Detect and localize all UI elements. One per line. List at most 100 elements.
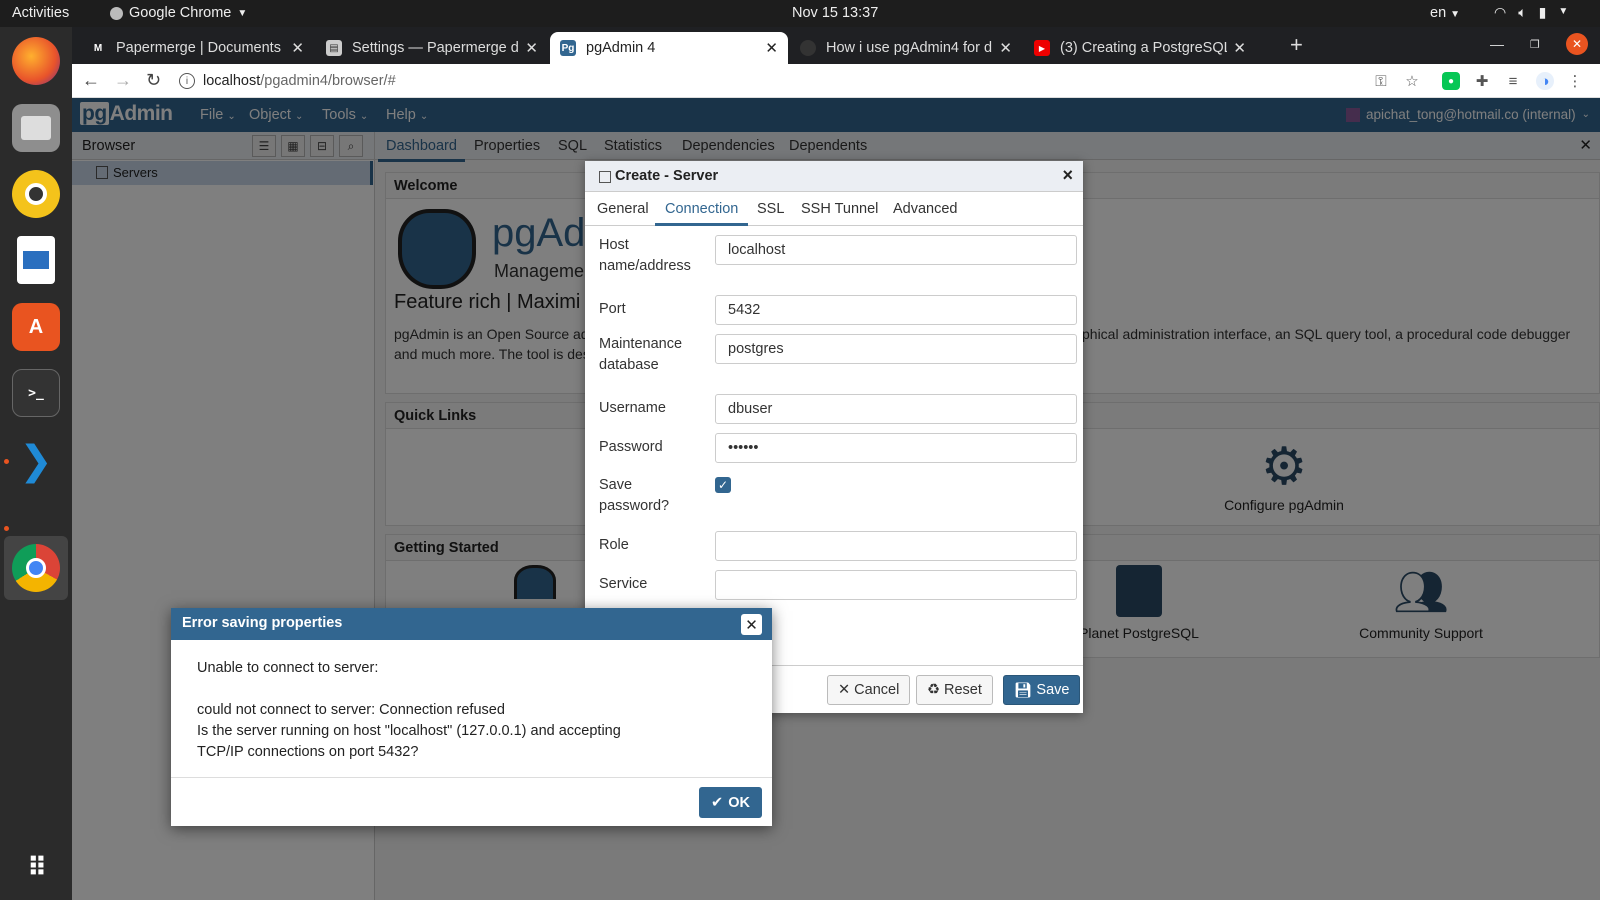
app-menu[interactable]: Google Chrome ▼ xyxy=(110,5,247,21)
papermerge-icon: M xyxy=(93,42,103,54)
error-dialog-header: Error saving properties ✕ xyxy=(171,608,772,640)
profile-icon[interactable]: ◑ xyxy=(1536,72,1554,90)
system-tray[interactable]: ◠ 🔈︎ ▮ ▼ xyxy=(1494,4,1568,21)
battery-icon: ▮ xyxy=(1538,4,1547,20)
password-input[interactable]: •••••• xyxy=(715,433,1077,463)
port-input[interactable]: 5432 xyxy=(715,295,1077,325)
maintenance-db-input[interactable]: postgres xyxy=(715,334,1077,364)
media-icon[interactable]: ≡ xyxy=(1504,72,1522,90)
pgadmin-icon: Pg xyxy=(560,40,576,56)
tab-ssh-tunnel[interactable]: SSH Tunnel xyxy=(801,201,878,217)
tab-advanced[interactable]: Advanced xyxy=(893,201,958,217)
minimize-button[interactable]: — xyxy=(1490,36,1504,52)
dialog-title: Create - Server xyxy=(615,168,719,184)
firefox-icon[interactable] xyxy=(12,37,60,85)
url-host: localhost xyxy=(203,73,261,89)
save-label: Save xyxy=(1036,682,1070,698)
files-icon[interactable] xyxy=(12,104,60,152)
doc-icon: ▤ xyxy=(326,40,342,56)
dock: A >_ ❯ ⠿ xyxy=(0,27,72,900)
maintenance-db-label: Maintenance database xyxy=(599,336,683,373)
close-icon[interactable]: ✕ xyxy=(525,39,538,57)
caret-down-icon: ▼ xyxy=(1450,9,1461,20)
line-extension-icon[interactable]: ● xyxy=(1442,72,1460,90)
browser-tab[interactable]: How i use pgAdmin4 for d ✕ xyxy=(790,32,1022,64)
close-icon[interactable]: ✕ xyxy=(741,614,762,635)
tab-title: Papermerge | Documents xyxy=(116,40,281,56)
close-icon[interactable]: × xyxy=(1062,165,1073,186)
cancel-button[interactable]: ✕ Cancel xyxy=(827,675,911,705)
puzzle-icon[interactable]: ✚ xyxy=(1473,72,1491,90)
wifi-icon: ◠ xyxy=(1494,4,1507,20)
terminal-icon[interactable]: >_ xyxy=(12,369,60,417)
restore-button[interactable]: ❐ xyxy=(1530,38,1540,51)
error-line-3: Is the server running on host "localhost… xyxy=(197,723,621,739)
role-label: Role xyxy=(599,537,629,553)
port-label: Port xyxy=(599,301,626,317)
error-dialog: Error saving properties ✕ Unable to conn… xyxy=(171,608,772,826)
browser-tab-active[interactable]: Pg pgAdmin 4 ✕ xyxy=(550,32,788,64)
running-indicator xyxy=(4,459,9,464)
browser-tab[interactable]: ▤ Settings — Papermerge d ✕ xyxy=(316,32,548,64)
password-label: Password xyxy=(599,439,663,455)
username-input[interactable]: dbuser xyxy=(715,394,1077,424)
vscode-icon[interactable]: ❯ xyxy=(12,437,60,485)
language-indicator[interactable]: en ▼ xyxy=(1430,5,1460,21)
error-line-1: Unable to connect to server: xyxy=(197,660,379,676)
activities-button[interactable]: Activities xyxy=(12,5,69,21)
tab-title: How i use pgAdmin4 for d xyxy=(826,40,993,56)
username-label: Username xyxy=(599,400,666,416)
close-icon[interactable]: ✕ xyxy=(999,39,1012,57)
close-window-button[interactable]: ✕ xyxy=(1566,33,1588,55)
language-label: en xyxy=(1430,5,1447,21)
browser-tab[interactable]: ▶ (3) Creating a PostgreSQL ✕ xyxy=(1024,32,1256,64)
server-icon xyxy=(599,171,611,183)
reload-button[interactable]: ↻ xyxy=(146,70,161,91)
reset-button[interactable]: ♻ Reset xyxy=(916,675,993,705)
error-line-4: TCP/IP connections on port 5432? xyxy=(197,744,419,760)
tab-connection[interactable]: Connection xyxy=(654,201,749,226)
close-icon[interactable]: ✕ xyxy=(291,39,304,57)
chrome-icon[interactable] xyxy=(12,544,60,592)
caret-down-icon: ▼ xyxy=(1558,6,1569,17)
host-input[interactable]: localhost xyxy=(715,235,1077,265)
star-icon[interactable]: ☆ xyxy=(1403,72,1421,90)
back-button[interactable]: ← xyxy=(82,70,100,91)
writer-icon[interactable] xyxy=(17,236,55,284)
info-icon[interactable]: i xyxy=(179,73,195,89)
close-icon[interactable]: ✕ xyxy=(765,39,778,57)
error-dialog-footer: ✔ OK xyxy=(171,777,772,826)
gnome-top-bar: Activities Google Chrome ▼ Nov 15 13:37 … xyxy=(0,0,1600,27)
running-indicator xyxy=(4,526,9,531)
role-input[interactable] xyxy=(715,531,1077,561)
new-tab-button[interactable]: + xyxy=(1290,32,1303,58)
ok-button[interactable]: ✔ OK xyxy=(699,787,762,818)
error-message: Unable to connect to server: could not c… xyxy=(197,658,621,763)
rhythmbox-icon[interactable] xyxy=(12,170,60,218)
service-input[interactable] xyxy=(715,570,1077,600)
chrome-toolbar: ← → ↻ i localhost/pgadmin4/browser/# ⚿ ☆… xyxy=(72,64,1600,98)
show-apps-icon[interactable]: ⠿ xyxy=(12,843,60,891)
clock[interactable]: Nov 15 13:37 xyxy=(792,5,878,21)
tab-general[interactable]: General xyxy=(597,201,649,217)
more-icon[interactable]: ⋮ xyxy=(1566,72,1584,90)
save-password-label: Save password? xyxy=(599,477,670,514)
save-button[interactable]: 💾︎ Save xyxy=(1003,675,1081,705)
error-dialog-title: Error saving properties xyxy=(182,615,343,631)
tab-ssl[interactable]: SSL xyxy=(757,201,784,217)
tab-title: Settings — Papermerge d xyxy=(352,40,519,56)
dialog-header: Create - Server × xyxy=(585,161,1083,192)
save-password-checkbox[interactable]: ✓ xyxy=(715,477,731,493)
address-bar[interactable]: i localhost/pgadmin4/browser/# xyxy=(179,67,1409,95)
key-icon[interactable]: ⚿ xyxy=(1372,72,1390,90)
caret-down-icon: ▼ xyxy=(237,7,248,19)
software-center-icon[interactable]: A xyxy=(12,303,60,351)
forward-button[interactable]: → xyxy=(114,70,132,91)
browser-tab[interactable]: M Papermerge | Documents ✕ xyxy=(80,32,314,64)
recycle-icon: ♻ xyxy=(927,682,940,698)
volume-icon: 🔈︎ xyxy=(1518,4,1527,20)
check-icon: ✔ xyxy=(711,794,724,811)
url-path: /pgadmin4/browser/# xyxy=(260,73,396,89)
close-icon[interactable]: ✕ xyxy=(1233,39,1246,57)
host-label: Host name/address xyxy=(599,237,691,274)
